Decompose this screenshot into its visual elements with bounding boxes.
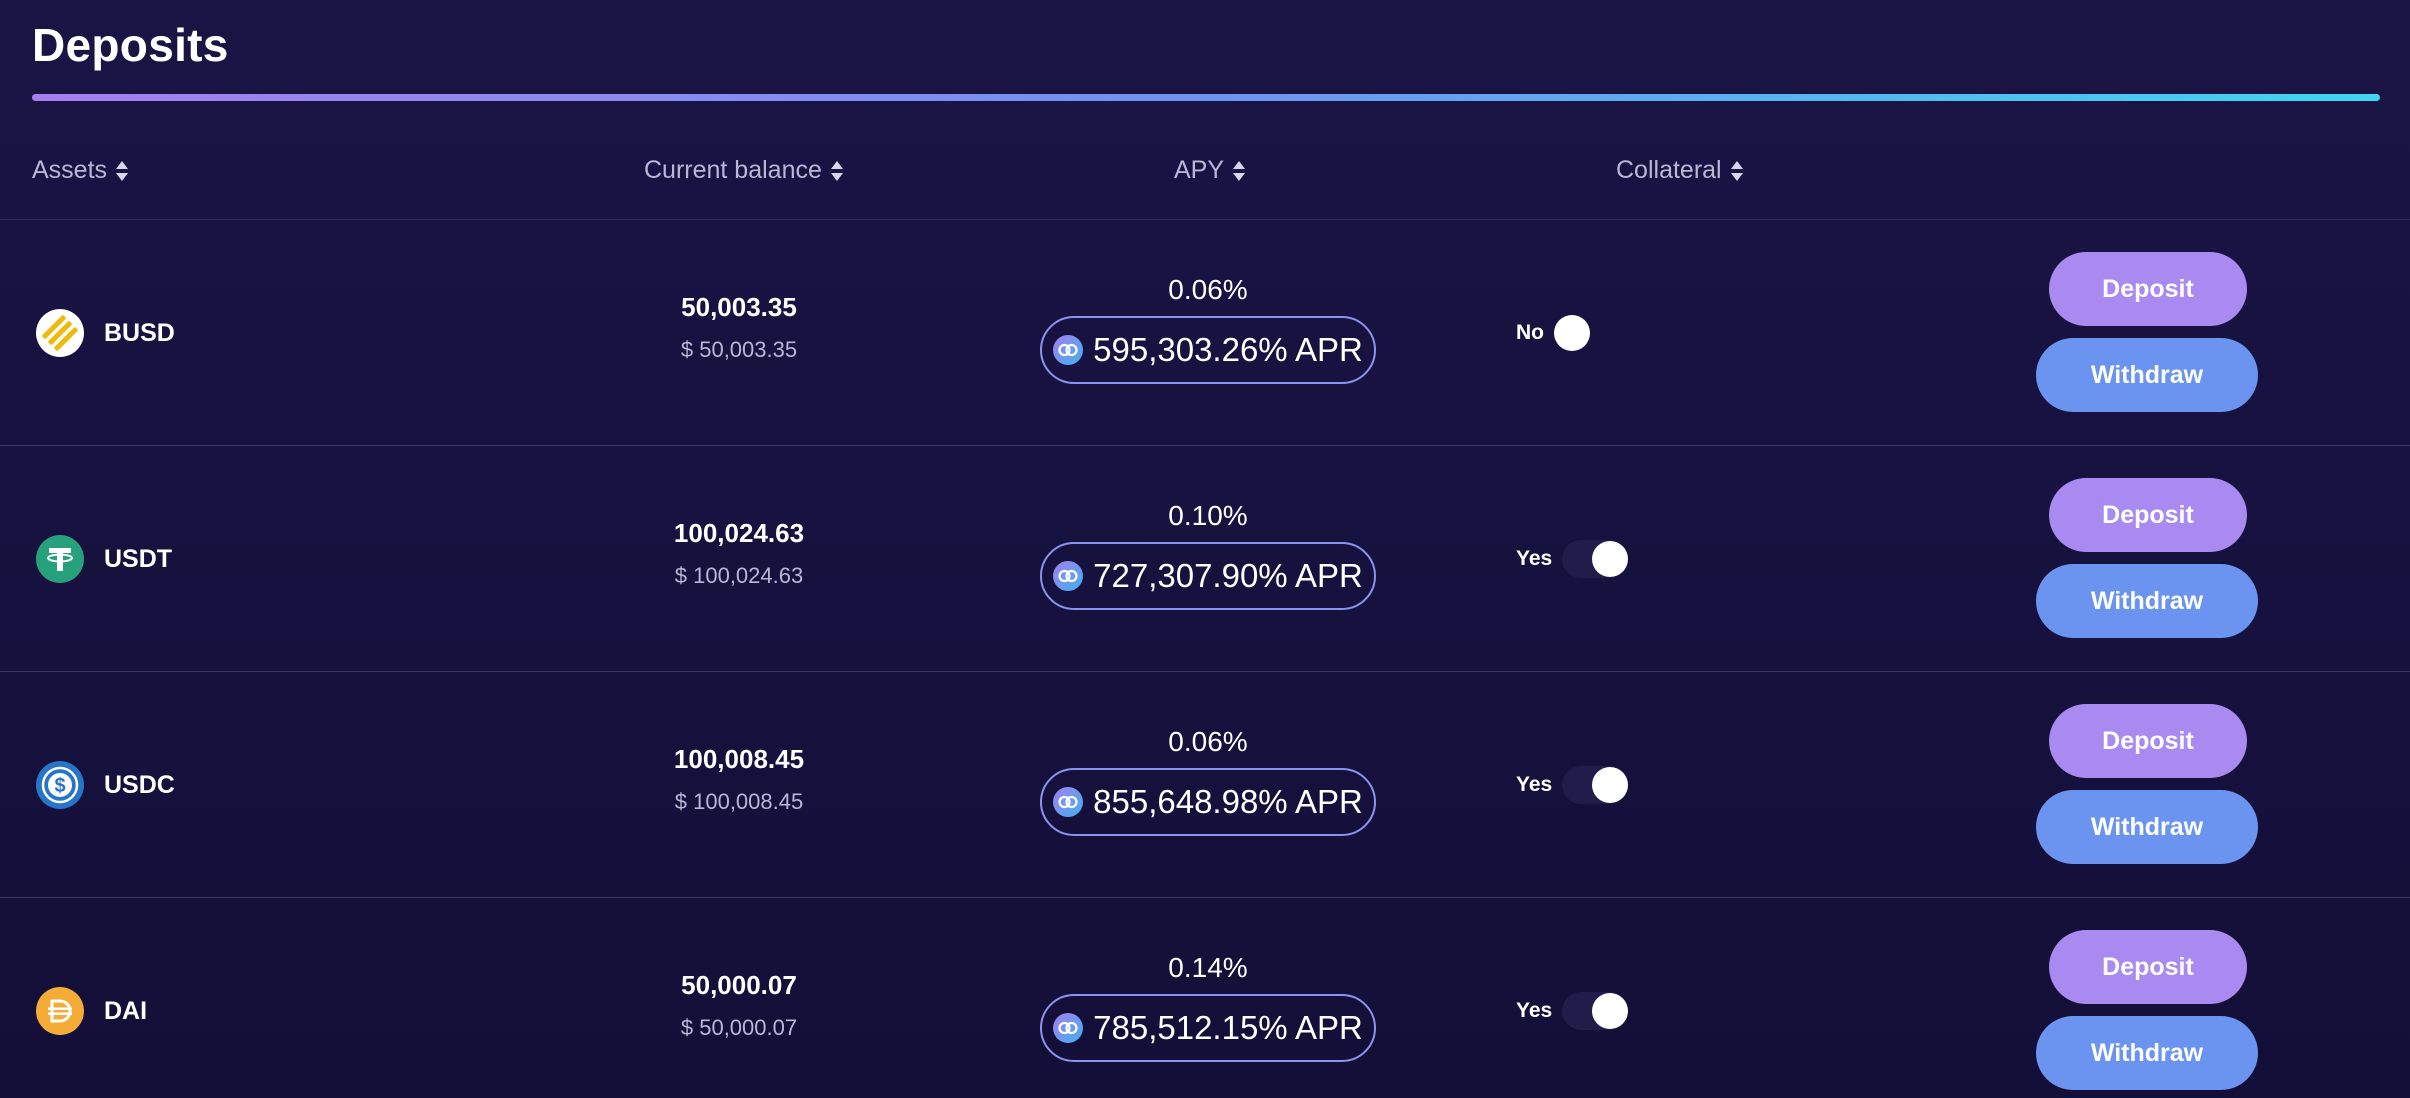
collateral-toggle[interactable] (1562, 766, 1629, 804)
page-title: Deposits (32, 19, 229, 71)
collateral-label: Yes (1516, 547, 1553, 570)
header-collateral[interactable]: Collateral (1616, 156, 1744, 185)
asset-name: BUSD (104, 318, 175, 347)
apr-badge: 595,303.26% APR (1040, 316, 1376, 384)
asset-cell: DAI (36, 898, 147, 1098)
balance-usd: $ 50,000.07 (680, 1015, 798, 1040)
deposit-button[interactable]: Deposit (2049, 478, 2247, 552)
asset-cell: $ USDC (36, 672, 175, 898)
balance-amount: 50,000.07 (681, 970, 797, 1000)
withdraw-button[interactable]: Withdraw (2036, 1016, 2258, 1090)
asset-name: USDC (104, 770, 175, 799)
toggle-knob (1592, 767, 1629, 803)
usdt-token-icon (36, 535, 84, 583)
busd-token-icon (36, 309, 84, 357)
asset-cell: BUSD (36, 220, 175, 446)
actions-cell: Deposit Withdraw (2036, 220, 2258, 446)
deposit-button[interactable]: Deposit (2049, 930, 2247, 1004)
svg-text:$: $ (54, 775, 65, 797)
balance-usd: $ 100,024.63 (674, 563, 804, 588)
apr-value: 785,512.15% APR (1093, 1009, 1363, 1046)
collateral-label: Yes (1516, 999, 1553, 1022)
collateral-cell: Yes (1516, 672, 1629, 898)
collateral-cell: Yes (1516, 898, 1629, 1098)
table-row: DAI 50,000.07 $ 50,000.07 0.14% 785,512.… (0, 898, 2410, 1098)
asset-name: USDT (104, 544, 173, 573)
apr-badge: 785,512.15% APR (1040, 994, 1376, 1062)
asset-name: DAI (104, 996, 148, 1025)
collateral-cell: No (1516, 220, 1590, 446)
withdraw-button[interactable]: Withdraw (2036, 564, 2258, 638)
apy-cell: 0.06% 855,648.98% APR (1040, 726, 1376, 836)
title-underline (32, 94, 2380, 101)
dai-token-icon (36, 987, 84, 1035)
actions-cell: Deposit Withdraw (2036, 898, 2258, 1098)
header-assets[interactable]: Assets (32, 156, 129, 185)
collateral-label: No (1516, 321, 1544, 344)
toggle-knob (1592, 993, 1629, 1029)
sort-icon (115, 158, 129, 184)
apr-badge: 727,307.90% APR (1040, 542, 1376, 610)
header-balance-label: Current balance (644, 156, 822, 184)
asset-cell: USDT (36, 446, 172, 672)
sort-icon (1730, 158, 1744, 184)
header-apy[interactable]: APY (1174, 156, 1246, 185)
apy-cell: 0.10% 727,307.90% APR (1040, 500, 1376, 610)
apr-value: 595,303.26% APR (1093, 331, 1363, 368)
balance-cell: 100,008.45 $ 100,008.45 (600, 744, 878, 815)
reward-token-icon (1053, 787, 1084, 817)
sort-icon (830, 158, 844, 184)
table-header: Assets Current balance APY Collateral (0, 130, 2410, 220)
header-assets-label: Assets (32, 156, 108, 184)
toggle-knob (1592, 541, 1629, 577)
balance-cell: 50,000.07 $ 50,000.07 (600, 970, 878, 1041)
reward-token-icon (1053, 335, 1084, 365)
apy-cell: 0.14% 785,512.15% APR (1040, 952, 1376, 1062)
apy-value: 0.06% (1168, 274, 1248, 305)
apr-badge: 855,648.98% APR (1040, 768, 1376, 836)
collateral-cell: Yes (1516, 446, 1629, 672)
usdc-token-icon: $ (36, 761, 84, 809)
actions-cell: Deposit Withdraw (2036, 446, 2258, 672)
actions-cell: Deposit Withdraw (2036, 672, 2258, 898)
deposits-panel: Deposits Assets Current balance APY Coll… (0, 0, 2410, 1098)
table-row: USDT 100,024.63 $ 100,024.63 0.10% 727,3… (0, 446, 2410, 672)
collateral-toggle[interactable] (1562, 540, 1629, 578)
apy-value: 0.06% (1168, 726, 1248, 757)
balance-cell: 100,024.63 $ 100,024.63 (600, 518, 878, 589)
balance-cell: 50,003.35 $ 50,003.35 (600, 292, 878, 363)
deposit-button[interactable]: Deposit (2049, 252, 2247, 326)
balance-amount: 50,003.35 (681, 292, 797, 322)
balance-amount: 100,024.63 (673, 518, 805, 548)
apr-value: 727,307.90% APR (1093, 557, 1363, 594)
balance-amount: 100,008.45 (673, 744, 805, 774)
header-current-balance[interactable]: Current balance (644, 156, 844, 185)
apy-cell: 0.06% 595,303.26% APR (1040, 274, 1376, 384)
apr-value: 855,648.98% APR (1093, 783, 1363, 820)
balance-usd: $ 50,003.35 (680, 337, 798, 362)
withdraw-button[interactable]: Withdraw (2036, 338, 2258, 412)
header-collateral-label: Collateral (1616, 156, 1722, 184)
table-row: BUSD 50,003.35 $ 50,003.35 0.06% 595,303… (0, 220, 2410, 446)
header-apy-label: APY (1174, 156, 1225, 184)
table-row: $ USDC 100,008.45 $ 100,008.45 0.06% 855… (0, 672, 2410, 898)
balance-usd: $ 100,008.45 (674, 789, 804, 814)
apy-value: 0.14% (1168, 952, 1248, 983)
reward-token-icon (1053, 561, 1084, 591)
collateral-toggle[interactable] (1562, 992, 1629, 1030)
collateral-label: Yes (1516, 773, 1553, 796)
toggle-knob (1554, 315, 1590, 351)
deposit-button[interactable]: Deposit (2049, 704, 2247, 778)
reward-token-icon (1053, 1013, 1084, 1043)
sort-icon (1232, 158, 1246, 184)
collateral-toggle[interactable] (1554, 314, 1590, 352)
withdraw-button[interactable]: Withdraw (2036, 790, 2258, 864)
apy-value: 0.10% (1168, 500, 1248, 531)
